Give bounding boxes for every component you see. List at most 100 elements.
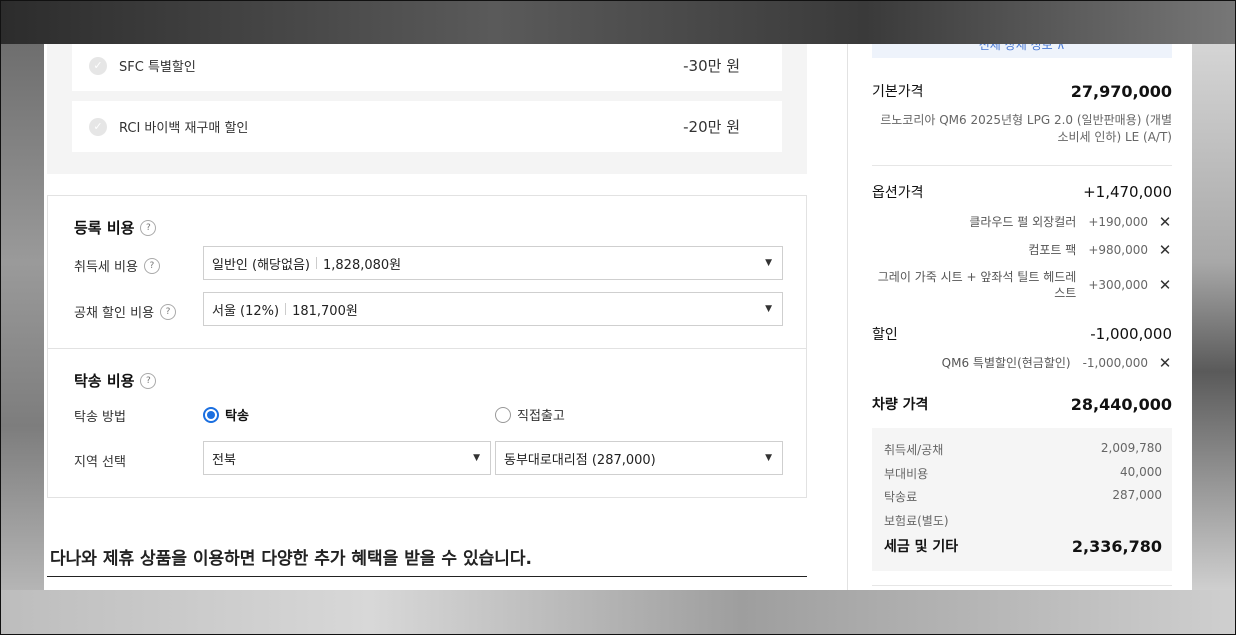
fee-row: 부대비용 40,000: [884, 465, 1162, 482]
discount-value: -1,000,000: [1090, 325, 1172, 343]
heading-underline: [47, 576, 807, 577]
background-left: [0, 44, 44, 590]
radio-dot[interactable]: [203, 406, 219, 423]
background-right: [1192, 44, 1236, 590]
radio-direct-pickup[interactable]: 직접출고: [495, 405, 565, 424]
background-top: [0, 0, 1236, 44]
branch-select[interactable]: 동부대로대리점 (287,000) ▼: [495, 441, 783, 475]
region-label: 지역 선택: [74, 455, 126, 470]
region-select[interactable]: 전북 ▼: [203, 441, 491, 475]
detail-toggle-link[interactable]: 전체 상세 정보 ∧: [872, 44, 1172, 58]
option-price: +300,000: [1088, 278, 1148, 292]
fee-label: 보험료(별도): [884, 514, 949, 528]
bond-amount: 181,700원: [292, 303, 358, 319]
bond-select[interactable]: 서울 (12%) 181,700원 ▼: [203, 292, 783, 326]
caret-down-icon: ▼: [765, 258, 772, 268]
discount-name: QM6 특별할인(현금할인): [941, 356, 1071, 370]
option-item: 컴포트 팩 +980,000 ✕: [872, 241, 1172, 259]
option-name: 클라우드 펄 외장컬러: [969, 215, 1077, 229]
promotion-item[interactable]: ✓ SFC 특별할인 -30만 원: [72, 44, 782, 91]
promotion-label: RCI 바이백 재구매 할인: [119, 121, 249, 136]
tax-total-value: 2,336,780: [1071, 536, 1162, 556]
fee-row: 취득세/공채 2,009,780: [884, 441, 1162, 458]
column-divider: [847, 44, 848, 590]
section-divider: [48, 348, 806, 349]
option-price-value: +1,470,000: [1083, 183, 1172, 201]
delivery-title: 탁송 비용 ?: [74, 370, 157, 391]
help-icon[interactable]: ?: [143, 257, 160, 274]
fee-label: 부대비용: [884, 467, 929, 481]
region-value: 전북: [212, 452, 236, 468]
fee-label: 탁송료: [884, 490, 918, 504]
divider: [872, 165, 1172, 166]
option-price-label: 옵션가격: [872, 185, 924, 201]
promotion-list: ✓ SFC 특별할인 -30만 원 ✓ RCI 바이백 재구매 할인 -20만 …: [47, 44, 807, 174]
help-icon[interactable]: ?: [140, 219, 157, 236]
radio-label: 탁송: [225, 409, 249, 424]
caret-down-icon: ▼: [473, 453, 480, 463]
check-icon[interactable]: ✓: [89, 56, 107, 75]
option-price-row: 옵션가격 +1,470,000: [872, 182, 1172, 202]
radio-dot[interactable]: [495, 406, 511, 423]
caret-down-icon: ▼: [765, 304, 772, 314]
radio-delivery[interactable]: 탁송: [203, 405, 249, 424]
option-item: 그레이 가죽 시트 + 앞좌석 틸트 헤드레스트 +300,000 ✕: [872, 269, 1172, 301]
tax-total-row: 세금 및 기타 2,336,780: [884, 536, 1162, 556]
vehicle-price-label: 차량 가격: [872, 397, 929, 413]
vehicle-price-row: 차량 가격 28,440,000: [872, 394, 1172, 414]
discount-label: 할인: [872, 327, 898, 343]
acq-tax-value: 일반인 (해당없음): [212, 257, 310, 273]
branch-value: 동부대로대리점 (287,000): [504, 452, 656, 468]
bond-label: 공채 할인 비용 ?: [74, 302, 177, 321]
partner-benefit-heading: 다나와 제휴 상품을 이용하면 다양한 추가 혜택을 받을 수 있습니다.: [50, 549, 533, 569]
background-bottom: [0, 590, 1236, 635]
fee-value: 40,000: [1120, 465, 1162, 479]
base-price-value: 27,970,000: [1070, 81, 1172, 101]
close-icon[interactable]: ✕: [1158, 241, 1172, 259]
fee-value: 2,009,780: [1100, 441, 1162, 455]
option-name: 그레이 가죽 시트 + 앞좌석 틸트 헤드레스트: [877, 270, 1077, 300]
option-price: +190,000: [1088, 215, 1148, 229]
fee-value: 287,000: [1112, 488, 1162, 502]
discount-item: QM6 특별할인(현금할인) -1,000,000 ✕: [872, 354, 1172, 372]
help-icon[interactable]: ?: [160, 303, 177, 320]
discount-price: -1,000,000: [1082, 356, 1148, 370]
fee-row: 탁송료 287,000: [884, 488, 1162, 505]
check-icon[interactable]: ✓: [89, 117, 107, 136]
delivery-method-label: 탁송 방법: [74, 410, 126, 425]
divider: [285, 303, 287, 315]
help-icon[interactable]: ?: [140, 372, 157, 389]
bond-value: 서울 (12%): [212, 303, 280, 319]
option-item: 클라우드 펄 외장컬러 +190,000 ✕: [872, 213, 1172, 231]
discount-row: 할인 -1,000,000: [872, 324, 1172, 344]
promotion-label: SFC 특별할인: [119, 60, 196, 75]
caret-down-icon: ▼: [765, 453, 772, 463]
promotion-amount: -30만 원: [683, 57, 740, 75]
model-description: 르노코리아 QM6 2025년형 LPG 2.0 (일반판매용) (개별소비세 …: [880, 113, 1172, 144]
close-icon[interactable]: ✕: [1158, 276, 1172, 294]
acq-tax-label: 취득세 비용 ?: [74, 256, 160, 275]
bond-label-text: 공채 할인 비용: [74, 306, 155, 321]
cost-settings-panel: 등록 비용 ? 취득세 비용 ? 일반인 (해당없음) 1,828,080원 ▼…: [47, 195, 807, 498]
close-icon[interactable]: ✕: [1158, 354, 1172, 372]
promotion-amount: -20만 원: [683, 118, 740, 136]
option-name: 컴포트 팩: [1028, 243, 1077, 257]
registration-title: 등록 비용 ?: [74, 217, 157, 238]
acq-tax-amount: 1,828,080원: [323, 257, 402, 273]
option-price: +980,000: [1088, 243, 1148, 257]
fee-label: 취득세/공채: [884, 443, 944, 457]
acq-tax-select[interactable]: 일반인 (해당없음) 1,828,080원 ▼: [203, 246, 783, 280]
base-price-row: 기본가격 27,970,000: [872, 81, 1172, 101]
price-configurator: ✓ SFC 특별할인 -30만 원 ✓ RCI 바이백 재구매 할인 -20만 …: [44, 44, 1192, 590]
divider: [872, 585, 1172, 586]
base-price-label: 기본가격: [872, 84, 924, 100]
delivery-title-text: 탁송 비용: [74, 372, 135, 390]
radio-label: 직접출고: [517, 409, 565, 424]
fee-row: 보험료(별도): [884, 512, 1162, 529]
promotion-item[interactable]: ✓ RCI 바이백 재구매 할인 -20만 원: [72, 101, 782, 152]
close-icon[interactable]: ✕: [1158, 213, 1172, 231]
acq-tax-label-text: 취득세 비용: [74, 260, 138, 275]
divider: [316, 257, 317, 269]
vehicle-price-value: 28,440,000: [1070, 394, 1172, 414]
tax-breakdown: 취득세/공채 2,009,780 부대비용 40,000 탁송료 287,000…: [872, 428, 1172, 571]
